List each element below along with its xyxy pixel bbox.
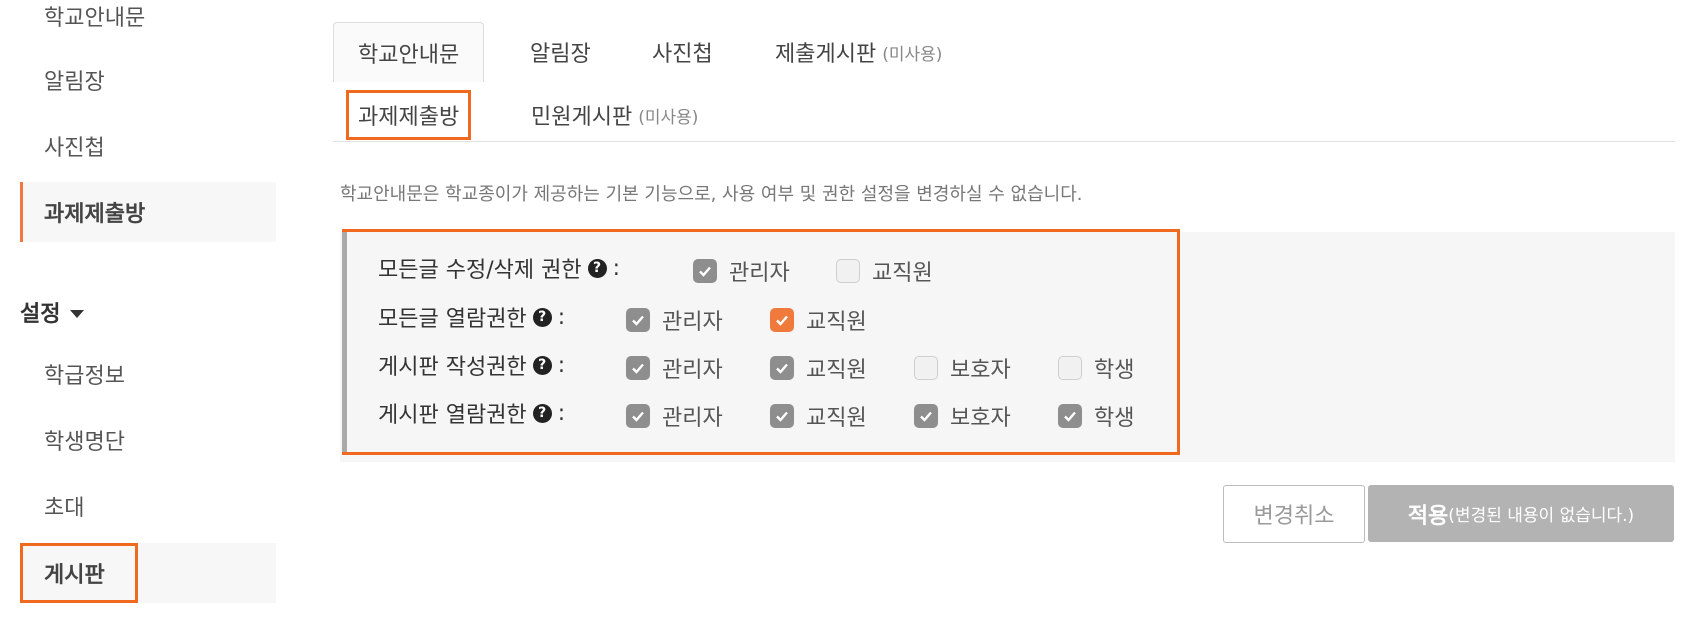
checkbox-checked-icon[interactable] xyxy=(626,308,650,332)
option-label: 교직원 xyxy=(806,310,867,335)
option-checkbox[interactable]: 학생 xyxy=(1058,400,1134,432)
option-label: 교직원 xyxy=(872,261,933,286)
option-label: 관리자 xyxy=(729,261,790,286)
sidebar-item-assignment[interactable]: 과제제출방 xyxy=(20,182,276,242)
apply-button[interactable]: 적용 (변경된 내용이 없습니다.) xyxy=(1368,485,1674,542)
option-label: 교직원 xyxy=(806,358,867,383)
option-label: 보호자 xyxy=(950,406,1011,431)
checkbox-checked-icon[interactable] xyxy=(770,404,794,428)
permission-row-write: 게시판 작성권한?: xyxy=(378,349,565,381)
sidebar-item-board[interactable]: 게시판 xyxy=(20,543,138,603)
sidebar-item-notice-board[interactable]: 알림장 xyxy=(20,50,276,110)
tab-photos[interactable]: 사진첩 xyxy=(652,22,713,82)
option-checkbox[interactable]: 교직원 xyxy=(770,352,867,384)
tab-label: 알림장 xyxy=(530,42,591,67)
tab-note: (미사용) xyxy=(638,107,699,128)
tab-submission-board[interactable]: 제출게시판 (미사용) xyxy=(775,22,942,82)
option-checkbox[interactable]: 교직원 xyxy=(770,400,867,432)
help-icon[interactable]: ? xyxy=(587,258,607,278)
help-icon[interactable]: ? xyxy=(532,355,552,375)
permission-label: 모든글 열람권한 xyxy=(378,307,527,332)
sidebar-item-class-info[interactable]: 학급정보 xyxy=(20,344,276,404)
sidebar-item-label: 과제제출방 xyxy=(44,202,146,227)
checkbox-checked-icon[interactable] xyxy=(693,259,717,283)
sidebar-item-label: 학생명단 xyxy=(44,430,125,455)
tab-label: 사진첩 xyxy=(652,42,713,67)
option-label: 관리자 xyxy=(662,310,723,335)
option-checkbox[interactable]: 교직원 xyxy=(836,255,933,287)
tab-divider xyxy=(333,141,1675,142)
sidebar-item-label: 알림장 xyxy=(44,70,105,95)
settings-heading-label: 설정 xyxy=(20,302,61,327)
permission-label: 게시판 작성권한 xyxy=(378,355,527,380)
checkbox-checked-icon[interactable] xyxy=(626,356,650,380)
tab-school-notice[interactable]: 학교안내문 xyxy=(333,22,485,82)
option-checkbox[interactable]: 관리자 xyxy=(693,255,790,287)
help-icon[interactable]: ? xyxy=(532,307,552,327)
checkbox-empty-icon[interactable] xyxy=(914,356,938,380)
sidebar: 학교안내문 알림장 사진첩 과제제출방 설정 학급정보 학생명단 초대 게시판 xyxy=(0,0,278,618)
option-checkbox[interactable]: 보호자 xyxy=(914,400,1011,432)
settings-heading[interactable]: 설정 xyxy=(20,296,85,328)
colon: : xyxy=(557,400,566,426)
tab-label: 학교안내문 xyxy=(358,42,460,68)
checkbox-empty-icon[interactable] xyxy=(836,259,860,283)
colon: : xyxy=(612,255,620,281)
option-label: 보호자 xyxy=(950,358,1011,383)
sidebar-item-school-notice[interactable]: 학교안내문 xyxy=(20,0,276,46)
option-label: 학생 xyxy=(1094,358,1135,383)
option-checkbox[interactable]: 학생 xyxy=(1058,352,1134,384)
tab-notice-board[interactable]: 알림장 xyxy=(530,22,591,82)
checkbox-checked-icon[interactable] xyxy=(914,404,938,428)
option-label: 관리자 xyxy=(662,406,723,431)
permission-row-read: 게시판 열람권한?: xyxy=(378,397,565,429)
checkbox-checked-icon[interactable] xyxy=(626,404,650,428)
option-label: 학생 xyxy=(1094,406,1135,431)
apply-note: (변경된 내용이 없습니다.) xyxy=(1448,506,1635,526)
sidebar-item-label: 학급정보 xyxy=(44,364,125,389)
sidebar-item-student-list[interactable]: 학생명단 xyxy=(20,410,276,470)
sidebar-item-label: 사진첩 xyxy=(44,136,105,161)
tab-complaint-board[interactable]: 민원게시판 (미사용) xyxy=(531,90,698,140)
colon: : xyxy=(557,352,566,378)
checkbox-checked-icon[interactable] xyxy=(770,356,794,380)
permission-label: 모든글 수정/삭제 권한 xyxy=(378,258,582,283)
caret-down-icon xyxy=(70,310,85,318)
sidebar-item-label: 학교안내문 xyxy=(44,6,146,31)
sidebar-item-photos[interactable]: 사진첩 xyxy=(20,116,276,176)
apply-label: 적용 xyxy=(1407,503,1449,529)
info-notice: 학교안내문은 학교종이가 제공하는 기본 기능으로, 사용 여부 및 권한 설정… xyxy=(340,184,1083,205)
colon: : xyxy=(557,304,566,330)
option-label: 교직원 xyxy=(806,406,867,431)
tab-assignment[interactable]: 과제제출방 xyxy=(346,90,472,140)
tab-label: 제출게시판 xyxy=(775,42,877,67)
tab-note: (미사용) xyxy=(882,44,943,65)
sidebar-item-label: 초대 xyxy=(44,496,85,521)
sidebar-item-label: 게시판 xyxy=(44,563,105,588)
checkbox-empty-icon[interactable] xyxy=(1058,356,1082,380)
permission-label: 게시판 열람권한 xyxy=(378,403,527,428)
checkbox-checked-icon[interactable] xyxy=(1058,404,1082,428)
tab-label: 과제제출방 xyxy=(358,105,460,130)
option-checkbox[interactable]: 보호자 xyxy=(914,352,1011,384)
help-icon[interactable]: ? xyxy=(532,403,552,423)
permission-row-edit-delete: 모든글 수정/삭제 권한?: xyxy=(378,252,620,284)
permission-row-read-all: 모든글 열람권한?: xyxy=(378,301,565,333)
option-label: 관리자 xyxy=(662,358,723,383)
tab-label: 민원게시판 xyxy=(531,105,633,130)
option-checkbox[interactable]: 관리자 xyxy=(626,352,723,384)
cancel-changes-button[interactable]: 변경취소 xyxy=(1223,485,1365,543)
checkbox-checked-icon[interactable] xyxy=(770,308,794,332)
sidebar-item-invite[interactable]: 초대 xyxy=(20,476,276,536)
option-checkbox[interactable]: 교직원 xyxy=(770,304,867,336)
option-checkbox[interactable]: 관리자 xyxy=(626,304,723,336)
option-checkbox[interactable]: 관리자 xyxy=(626,400,723,432)
